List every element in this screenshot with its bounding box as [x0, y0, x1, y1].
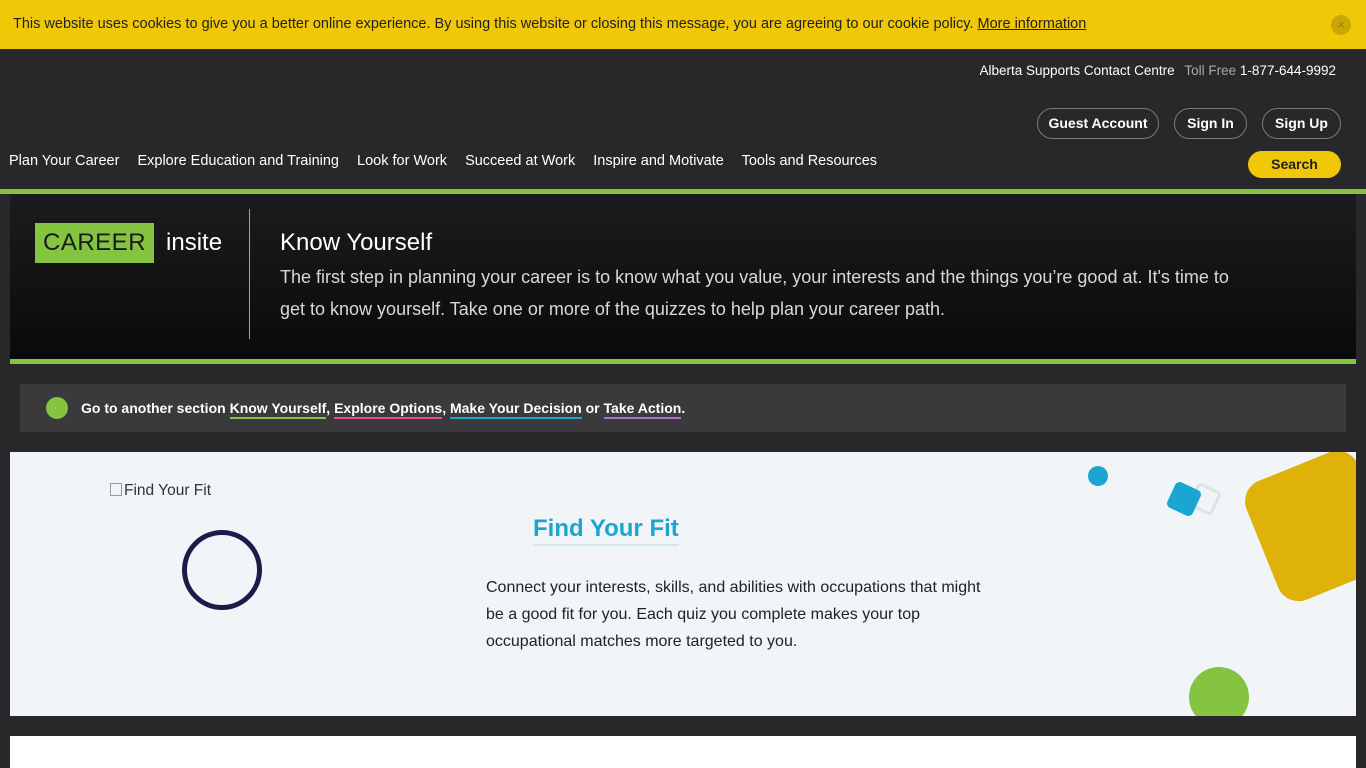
nav-plan-your-career[interactable]: Plan Your Career — [9, 153, 119, 169]
cookie-more-info-link[interactable]: More information — [978, 16, 1087, 32]
close-icon: × — [1337, 17, 1345, 32]
contact-info: Alberta Supports Contact Centre Toll Fre… — [980, 63, 1336, 78]
broken-image-icon — [110, 483, 122, 496]
hero-divider — [249, 209, 250, 339]
decorative-yellow-shape-icon — [1238, 452, 1356, 608]
nav-explore-education[interactable]: Explore Education and Training — [137, 153, 339, 169]
nav-inspire-and-motivate[interactable]: Inspire and Motivate — [593, 153, 724, 169]
search-button[interactable]: Search — [1248, 151, 1341, 178]
sign-up-button[interactable]: Sign Up — [1262, 108, 1341, 139]
phone-number[interactable]: 1-877-644-9992 — [1240, 63, 1336, 78]
page-title: Know Yourself — [280, 229, 433, 256]
cookie-close-button[interactable]: × — [1331, 15, 1351, 35]
main-nav: Plan Your Career Explore Education and T… — [9, 153, 891, 169]
next-card — [10, 736, 1356, 768]
decorative-green-dot-icon — [1189, 667, 1249, 716]
careerinsite-logo[interactable]: CAREER insite — [35, 223, 222, 263]
cookie-message: This website uses cookies to give you a … — [13, 16, 1087, 32]
nav-look-for-work[interactable]: Look for Work — [357, 153, 447, 169]
logo-insite: insite — [166, 229, 223, 256]
section-nav-bar: Go to another section Know Yourself, Exp… — [20, 384, 1346, 432]
section-link-take-action[interactable]: Take Action — [603, 400, 682, 419]
logo-career: CAREER — [35, 223, 155, 263]
hero-bottom-rule — [10, 359, 1356, 364]
sign-in-button[interactable]: Sign In — [1174, 108, 1247, 139]
page-description: The first step in planning your career i… — [280, 267, 1229, 319]
section-link-explore-options[interactable]: Explore Options — [334, 400, 443, 419]
section-link-know-yourself[interactable]: Know Yourself — [229, 400, 327, 419]
section-link-make-your-decision[interactable]: Make Your Decision — [449, 400, 582, 419]
decorative-ring-icon — [182, 530, 262, 610]
nav-succeed-at-work[interactable]: Succeed at Work — [465, 153, 575, 169]
nav-tools-and-resources[interactable]: Tools and Resources — [742, 153, 877, 169]
section-nav-text: Go to another section Know Yourself, Exp… — [81, 400, 685, 419]
contact-centre-link[interactable]: Alberta Supports Contact Centre — [980, 63, 1175, 78]
find-your-fit-description: Connect your interests, skills, and abil… — [486, 579, 981, 650]
decorative-blue-dot-icon — [1088, 466, 1108, 486]
section-dot-icon — [46, 397, 68, 419]
find-your-fit-title[interactable]: Find Your Fit — [533, 515, 679, 546]
site-header: Alberta Supports Contact Centre Toll Fre… — [0, 49, 1366, 189]
find-your-fit-card: Find Your Fit Find Your Fit Connect your… — [10, 452, 1356, 716]
guest-account-button[interactable]: Guest Account — [1037, 108, 1159, 139]
find-your-fit-image: Find Your Fit — [110, 482, 211, 500]
cookie-banner: This website uses cookies to give you a … — [0, 0, 1366, 49]
toll-free-label: Toll Free — [1184, 63, 1237, 78]
